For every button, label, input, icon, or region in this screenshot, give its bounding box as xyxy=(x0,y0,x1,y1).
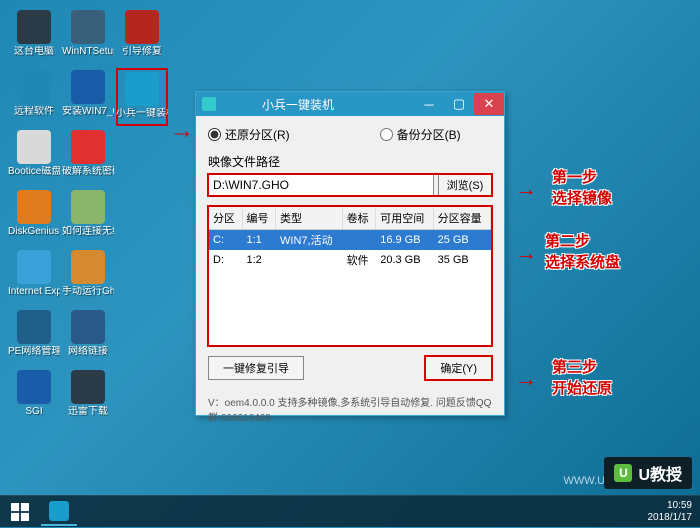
desktop-icon[interactable]: DiskGenius分区工具 xyxy=(8,188,60,246)
taskbar-app-icon[interactable] xyxy=(41,498,77,526)
system-tray[interactable]: 10:59 2018/1/17 xyxy=(648,500,700,524)
app-icon xyxy=(71,10,105,44)
radio-restore[interactable]: 还原分区(R) xyxy=(208,126,290,143)
desktop-icon[interactable]: 如何连接无线网络 xyxy=(62,188,114,246)
start-button[interactable] xyxy=(0,496,40,528)
app-icon xyxy=(17,130,51,164)
arrow-step2: → xyxy=(515,240,537,266)
icon-label: Internet Explorer xyxy=(8,286,60,297)
desktop-icon[interactable]: 远程软件 xyxy=(8,68,60,126)
browse-button[interactable]: 浏览(S) xyxy=(438,174,492,196)
icon-label: 迅雷下载 xyxy=(68,406,108,417)
desktop-icon[interactable]: Internet Explorer xyxy=(8,248,60,306)
titlebar: 小兵一键装机 ─ ▢ ✕ xyxy=(196,92,504,116)
desktop-icon[interactable]: 破解系统密码 xyxy=(62,128,114,186)
icon-label: WinNTSetup xyxy=(62,46,114,57)
arrow-to-window: → xyxy=(170,117,194,145)
app-icon xyxy=(71,310,105,344)
app-icon xyxy=(17,250,51,284)
desktop-icon[interactable]: Bootice磁盘工具 xyxy=(8,128,60,186)
desktop-icon[interactable]: SGI xyxy=(8,368,60,426)
main-window: 小兵一键装机 ─ ▢ ✕ 还原分区(R) 备份分区(B) 映像文件路径 浏览(S… xyxy=(195,91,505,416)
annotation-step2: 第二步 选择系统盘 xyxy=(545,230,620,272)
icon-label: 安装WIN7_64... xyxy=(62,106,114,117)
icon-label: DiskGenius分区工具 xyxy=(8,226,60,237)
app-icon xyxy=(125,10,159,44)
annotation-step3: 第三步 开始还原 xyxy=(552,356,612,398)
app-icon xyxy=(71,190,105,224)
taskbar: 10:59 2018/1/17 xyxy=(0,495,700,527)
desktop-icon[interactable]: PE网络管理器 xyxy=(8,308,60,366)
icon-label: 这台电脑 xyxy=(14,46,54,57)
column-header[interactable]: 可用空间 xyxy=(376,207,433,230)
path-input[interactable] xyxy=(208,174,434,196)
app-icon xyxy=(125,72,159,106)
icon-label: PE网络管理器 xyxy=(8,346,60,357)
column-header[interactable]: 分区 xyxy=(209,207,242,230)
arrow-step3: → xyxy=(515,366,537,392)
icon-label: 网络链接 xyxy=(68,346,108,357)
icon-label: 小兵一键装机 xyxy=(116,108,168,119)
column-header[interactable]: 类型 xyxy=(276,207,343,230)
table-row[interactable]: D:1:2软件20.3 GB35 GB xyxy=(209,250,491,270)
app-icon xyxy=(17,310,51,344)
icon-label: 手动运行Ghost xyxy=(62,286,114,297)
brand-logo: UU教授 xyxy=(604,457,692,489)
column-header[interactable]: 编号 xyxy=(242,207,276,230)
table-row[interactable]: C:1:1WIN7,活动16.9 GB25 GB xyxy=(209,230,491,251)
path-row: 浏览(S) xyxy=(208,174,492,196)
desktop-icon[interactable]: 小兵一键装机 xyxy=(116,68,168,126)
desktop-icon[interactable]: 手动运行Ghost xyxy=(62,248,114,306)
column-header[interactable]: 分区容量 xyxy=(433,207,490,230)
ok-button[interactable]: 确定(Y) xyxy=(425,356,492,380)
repair-boot-button[interactable]: 一键修复引导 xyxy=(208,356,304,380)
app-icon xyxy=(17,70,51,104)
partition-table: 分区编号类型卷标可用空间分区容量 C:1:1WIN7,活动16.9 GB25 G… xyxy=(208,206,492,346)
desktop-icon[interactable]: 安装WIN7_64... xyxy=(62,68,114,126)
icon-label: 如何连接无线网络 xyxy=(62,226,114,237)
minimize-button[interactable]: ─ xyxy=(414,93,444,115)
icon-label: Bootice磁盘工具 xyxy=(8,166,60,177)
app-icon xyxy=(17,10,51,44)
app-icon xyxy=(71,250,105,284)
desktop-icon[interactable]: 这台电脑 xyxy=(8,8,60,66)
path-label: 映像文件路径 xyxy=(208,153,492,170)
app-icon xyxy=(71,70,105,104)
app-icon xyxy=(71,370,105,404)
maximize-button[interactable]: ▢ xyxy=(444,93,474,115)
window-title: 小兵一键装机 xyxy=(222,96,414,113)
desktop-icon[interactable]: 网络链接 xyxy=(62,308,114,366)
app-icon xyxy=(71,130,105,164)
annotation-step1: 第一步 选择镜像 xyxy=(552,166,612,208)
icon-label: 引导修复 xyxy=(122,46,162,57)
column-header[interactable]: 卷标 xyxy=(342,207,376,230)
desktop-icon[interactable]: 引导修复 xyxy=(116,8,168,66)
icon-label: 远程软件 xyxy=(14,106,54,117)
desktop-icon[interactable]: WinNTSetup xyxy=(62,8,114,66)
app-icon xyxy=(17,190,51,224)
app-icon xyxy=(202,97,216,111)
icon-label: 破解系统密码 xyxy=(62,166,114,177)
close-button[interactable]: ✕ xyxy=(474,93,504,115)
radio-backup[interactable]: 备份分区(B) xyxy=(380,126,461,143)
footer-text: V：oem4.0.0.0 支持多种镜像,多系统引导自动修复. 问题反馈QQ群:6… xyxy=(208,388,492,424)
icon-label: SGI xyxy=(25,406,42,417)
app-icon xyxy=(17,370,51,404)
desktop-icon[interactable]: 迅雷下载 xyxy=(62,368,114,426)
arrow-step1: → xyxy=(515,176,537,202)
